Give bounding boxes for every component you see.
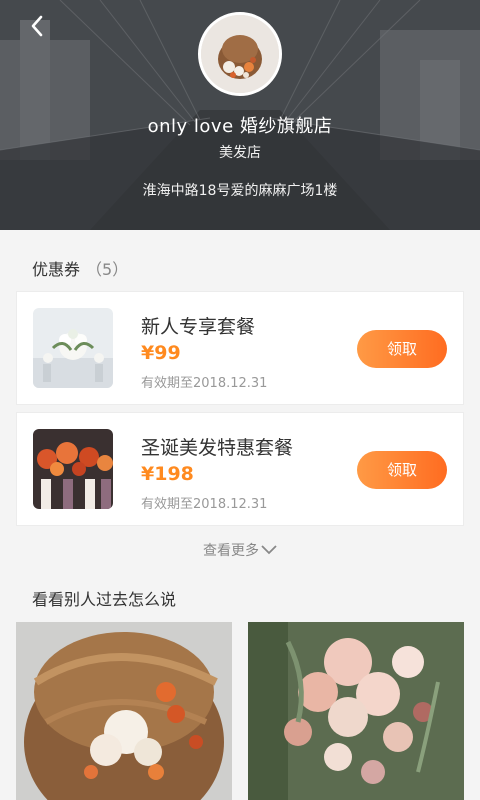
claim-coupon-button[interactable]: 领取: [357, 451, 447, 489]
back-button[interactable]: [22, 14, 52, 44]
coupon-title: 新人专享套餐: [141, 316, 256, 338]
view-more-button[interactable]: 查看更多: [0, 540, 480, 560]
chevron-left-icon: [31, 15, 43, 37]
coupon-section-title: 优惠券 （5）: [32, 256, 128, 280]
store-address: 淮海中路18号爱的麻麻广场1楼: [142, 183, 338, 199]
coupon-title: 圣诞美发特惠套餐: [141, 437, 294, 459]
view-more-label: 查看更多: [203, 543, 259, 559]
chevron-down-icon: [261, 543, 277, 559]
claim-coupon-button[interactable]: 领取: [357, 330, 447, 368]
coupon-validity: 有效期至2018.12.31: [141, 497, 268, 512]
store-name: only love 婚纱旗舰店: [147, 116, 333, 137]
coupon-thumbnail: [33, 308, 113, 388]
store-header: only love 婚纱旗舰店 美发店 淮海中路18号爱的麻麻广场1楼: [0, 0, 480, 230]
review-photo[interactable]: [248, 622, 464, 800]
coupon-validity: 有效期至2018.12.31: [141, 376, 268, 391]
review-photo[interactable]: [16, 622, 232, 800]
store-avatar: [198, 12, 282, 96]
coupon-thumbnail: [33, 429, 113, 509]
coupon-price: ¥198: [141, 463, 194, 485]
coupon-title-label: 优惠券: [32, 260, 81, 279]
coupon-price: ¥99: [141, 342, 181, 364]
reviews-section-title: 看看别人过去怎么说: [32, 590, 177, 609]
coupon-card: 圣诞美发特惠套餐 ¥198 有效期至2018.12.31 领取: [16, 412, 464, 526]
coupon-card: 新人专享套餐 ¥99 有效期至2018.12.31 领取: [16, 291, 464, 405]
store-type: 美发店: [219, 145, 261, 161]
coupon-count: （5）: [86, 260, 129, 279]
